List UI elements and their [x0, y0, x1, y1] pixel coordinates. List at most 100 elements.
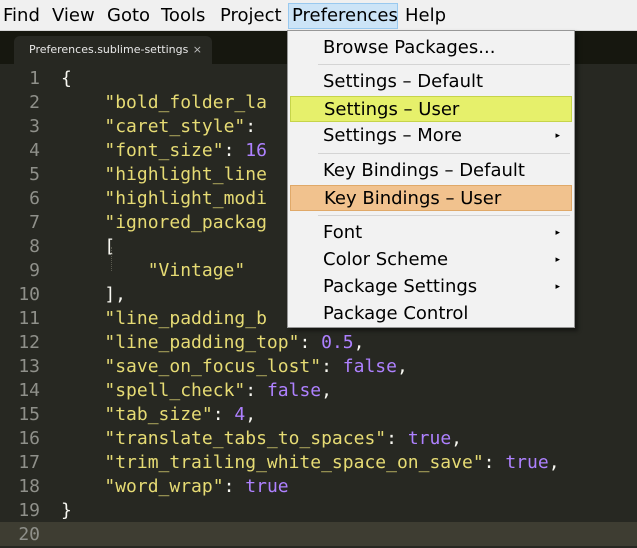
code-token: : — [223, 140, 246, 161]
menu-item-label: Settings – Default — [323, 71, 484, 92]
code-line: "bold_folder_la — [61, 91, 267, 115]
preferences-menu-dropdown: Browse Packages... Settings – Default Sett… — [287, 30, 575, 328]
menu-separator — [318, 64, 570, 65]
menu-item-settings-user[interactable]: Settings – User — [290, 96, 572, 122]
line-number: 20 — [18, 524, 40, 545]
menu-separator — [318, 153, 570, 154]
menu-help[interactable]: Help — [402, 3, 449, 29]
menu-item-package-settings[interactable]: Package Settings ▸ — [290, 274, 572, 300]
line-number: 18 — [18, 476, 40, 497]
code-token: : — [299, 332, 322, 353]
code-token: "caret_style" — [104, 116, 246, 137]
menu-item-label: Settings – User — [324, 99, 460, 120]
line-number: 1 — [29, 68, 40, 89]
code-token: 0.5 — [321, 332, 354, 353]
code-line: "Vintage" — [61, 259, 246, 283]
code-token: true — [407, 428, 452, 449]
menu-preferences[interactable]: Preferences — [288, 3, 398, 29]
code-token: "ignored_packag — [104, 212, 267, 233]
code-token: "save_on_focus_lost" — [104, 356, 322, 377]
indent-guide — [111, 247, 112, 271]
menu-item-label: Key Bindings – Default — [323, 160, 525, 181]
code-line: } — [61, 499, 72, 523]
code-token: true — [505, 452, 549, 473]
submenu-arrow-icon: ▸ — [555, 131, 560, 141]
line-number: 13 — [18, 356, 40, 377]
menu-project[interactable]: Project — [217, 3, 285, 29]
code-line: "highlight_line — [61, 163, 267, 187]
code-line: "save_on_focus_lost": false, — [61, 355, 408, 379]
menu-find[interactable]: Find — [0, 3, 43, 29]
line-number: 16 — [18, 428, 40, 449]
code-line: "ignored_packag — [61, 211, 267, 235]
menu-item-key-bindings-user[interactable]: Key Bindings – User — [290, 185, 572, 211]
code-token: "trim_trailing_white_space_on_save" — [104, 452, 484, 473]
menu-tools[interactable]: Tools — [158, 3, 208, 29]
code-line: "tab_size": 4, — [61, 403, 256, 427]
menu-item-color-scheme[interactable]: Color Scheme ▸ — [290, 247, 572, 273]
current-line-highlight — [0, 522, 637, 546]
code-token: : — [321, 356, 343, 377]
menu-item-label: Key Bindings – User — [324, 188, 502, 209]
menu-item-package-control[interactable]: Package Control — [290, 301, 572, 327]
line-number: 17 — [18, 452, 40, 473]
menu-item-key-bindings-default[interactable]: Key Bindings – Default — [290, 158, 572, 184]
code-token: 16 — [245, 140, 267, 161]
code-token: , — [353, 332, 365, 353]
menu-item-label: Package Control — [323, 303, 469, 324]
line-number: 12 — [18, 332, 40, 353]
code-line: [ — [61, 235, 115, 259]
submenu-arrow-icon: ▸ — [555, 228, 560, 238]
code-token: "spell_check" — [104, 380, 246, 401]
code-token: false — [266, 380, 322, 401]
menu-item-settings-more[interactable]: Settings – More ▸ — [290, 123, 572, 149]
menu-item-browse-packages[interactable]: Browse Packages... — [290, 35, 572, 61]
code-token: "Vintage" — [147, 260, 246, 281]
code-token: [ — [61, 236, 116, 257]
line-number: 10 — [18, 284, 40, 305]
menu-goto[interactable]: Goto — [104, 3, 153, 29]
line-number: 9 — [29, 260, 40, 281]
tab-preferences[interactable]: Preferences.sublime-settings × — [14, 36, 212, 64]
code-token: "highlight_line — [104, 164, 267, 185]
code-token: : — [386, 428, 408, 449]
menu-bar: Find View Goto Tools Project Preferences Help — [0, 0, 637, 31]
line-number: 4 — [29, 140, 40, 161]
code-token: "line_padding_top" — [104, 332, 300, 353]
code-line: ], — [61, 283, 126, 307]
line-number: 5 — [29, 164, 40, 185]
tab-title: Preferences.sublime-settings — [29, 43, 189, 56]
code-token: { — [61, 68, 72, 89]
close-icon[interactable]: × — [193, 36, 202, 64]
menu-item-font[interactable]: Font ▸ — [290, 220, 572, 246]
menu-item-settings-default[interactable]: Settings – Default — [290, 69, 572, 95]
code-token: : — [245, 116, 257, 137]
line-number: 7 — [29, 212, 40, 233]
menu-item-label: Color Scheme — [323, 249, 449, 270]
code-token: "word_wrap" — [104, 476, 224, 497]
code-token: true — [245, 476, 289, 497]
code-token: } — [61, 500, 72, 521]
line-number: 3 — [29, 116, 40, 137]
code-token: , — [245, 404, 257, 425]
code-token: : — [223, 476, 246, 497]
code-token: "translate_tabs_to_spaces" — [104, 428, 387, 449]
code-token: , — [396, 356, 408, 377]
code-token: : — [245, 380, 267, 401]
code-line: "font_size": 16 — [61, 139, 267, 163]
code-line: "caret_style": — [61, 115, 256, 139]
menu-view[interactable]: View — [49, 3, 98, 29]
code-line: "trim_trailing_white_space_on_save": tru… — [61, 451, 559, 475]
line-number: 11 — [18, 308, 40, 329]
